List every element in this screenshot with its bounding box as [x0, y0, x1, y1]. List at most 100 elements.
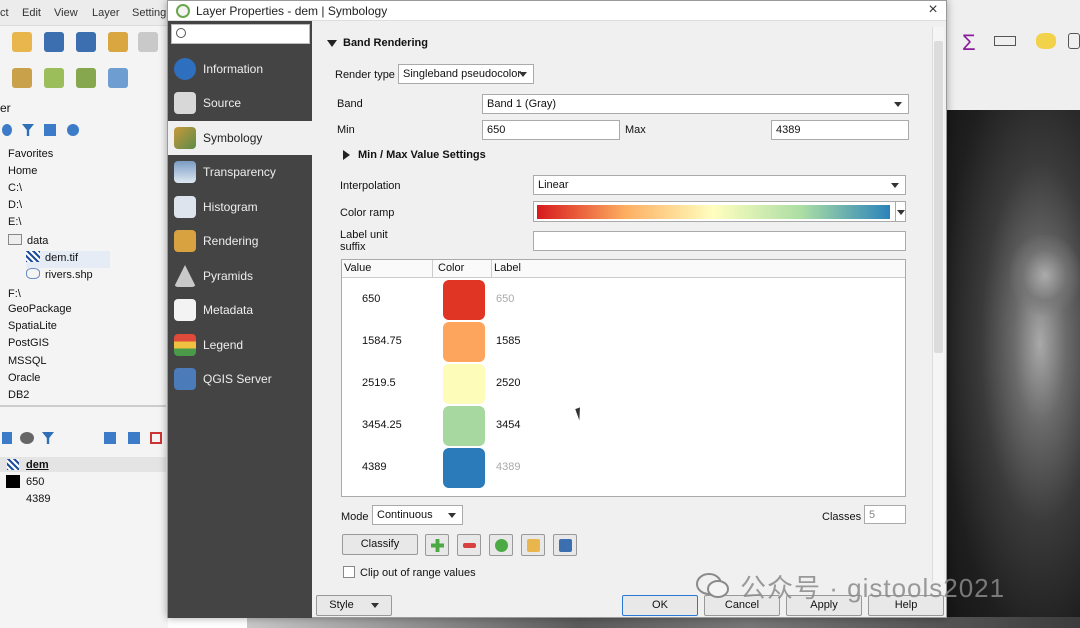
scrollbar-thumb[interactable] [934, 41, 943, 353]
clip-checkbox[interactable] [343, 566, 355, 578]
header-label[interactable]: Label [494, 262, 521, 274]
ok-button[interactable]: OK [622, 595, 698, 616]
tree-item-db2[interactable]: DB2 [8, 389, 29, 399]
open-layer-styling-icon[interactable] [2, 432, 12, 444]
nav-legend[interactable]: Legend [168, 328, 312, 362]
collapse-layers-icon[interactable] [128, 432, 140, 444]
collapse-arrow-icon[interactable] [327, 40, 337, 47]
add-class-button[interactable] [425, 534, 449, 556]
tree-item-d-drive[interactable]: D:\ [8, 199, 22, 216]
minmax-settings-toggle[interactable]: Min / Max Value Settings [358, 149, 486, 161]
layer-name[interactable]: dem [26, 459, 49, 471]
table-row[interactable]: 2519.5 2520 [342, 363, 905, 405]
classify-button[interactable]: Classify [342, 534, 418, 555]
render-type-select[interactable]: Singleband pseudocolor [398, 64, 534, 84]
color-swatch[interactable] [443, 448, 485, 488]
expand-arrow-icon[interactable] [343, 150, 350, 160]
menu-edit[interactable]: Edit [22, 7, 41, 19]
label-unit-suffix-input[interactable] [533, 231, 906, 251]
interpolation-select[interactable]: Linear [533, 175, 906, 195]
layout-manager-icon[interactable] [138, 32, 158, 52]
save-as-icon[interactable] [76, 32, 96, 52]
header-divider [491, 260, 492, 278]
layer-row-dem[interactable] [0, 457, 166, 472]
clip-label: Clip out of range values [360, 567, 476, 579]
color-ramp-button[interactable] [533, 201, 906, 222]
remove-layer-icon[interactable] [150, 432, 162, 444]
dialog-titlebar[interactable]: Layer Properties - dem | Symbology × [168, 1, 946, 21]
classes-spinbox[interactable]: 5 [864, 505, 906, 524]
digitize-icon[interactable] [12, 68, 32, 88]
load-colormap-button[interactable] [521, 534, 545, 556]
tree-item-data[interactable]: data [8, 234, 48, 251]
menu-view[interactable]: View [54, 7, 78, 19]
tree-item-mssql[interactable]: MSSQL [8, 355, 47, 372]
table-header: Value Color Label [342, 260, 905, 278]
tree-item-favorites[interactable]: Favorites [8, 148, 53, 165]
map-canvas[interactable] [947, 110, 1080, 628]
tree-item-rivers-shp[interactable]: rivers.shp [26, 268, 93, 285]
color-ramp-dropdown[interactable] [895, 201, 906, 222]
nav-pyramids[interactable]: Pyramids [168, 259, 312, 293]
info-icon[interactable] [67, 124, 79, 136]
nav-histogram[interactable]: Histogram [168, 190, 312, 224]
table-row[interactable]: 3454.25 3454 [342, 405, 905, 447]
tree-item-e-drive[interactable]: E:\ [8, 216, 21, 233]
export-colormap-button[interactable] [553, 534, 577, 556]
tree-item-home[interactable]: Home [8, 165, 37, 182]
nav-symbology[interactable]: Symbology [168, 121, 312, 155]
nav-source[interactable]: Source [168, 86, 312, 120]
tree-item-spatialite[interactable]: SpatiaLite [8, 320, 57, 337]
nav-information[interactable]: Information [168, 52, 312, 86]
open-project-icon[interactable] [12, 32, 32, 52]
remove-class-button[interactable] [457, 534, 481, 556]
vertex-tool-icon[interactable] [44, 68, 64, 88]
tree-item-postgis[interactable]: PostGIS [8, 337, 49, 354]
eye-icon[interactable] [20, 432, 34, 444]
measure-icon[interactable] [994, 36, 1016, 46]
close-icon[interactable]: × [924, 1, 942, 19]
edit-pencil-icon[interactable] [76, 68, 96, 88]
table-row[interactable]: 650 650 [342, 279, 905, 321]
header-value[interactable]: Value [344, 262, 371, 274]
save-project-icon[interactable] [44, 32, 64, 52]
nav-qgis-server[interactable]: QGIS Server [168, 362, 312, 396]
new-print-layout-icon[interactable] [108, 32, 128, 52]
swap-icon [495, 539, 508, 552]
tree-item-geopackage[interactable]: GeoPackage [8, 303, 72, 320]
refresh-icon[interactable] [2, 124, 12, 136]
max-input[interactable]: 4389 [771, 120, 909, 140]
color-swatch[interactable] [443, 280, 485, 320]
menu-layer[interactable]: Layer [92, 7, 120, 19]
mode-select[interactable]: Continuous [372, 505, 463, 525]
dialog-title: Layer Properties - dem | Symbology [196, 4, 388, 18]
sigma-icon[interactable]: Σ [962, 30, 976, 56]
header-color[interactable]: Color [438, 262, 464, 274]
tree-item-dem-tif[interactable]: dem.tif [26, 251, 110, 268]
tree-item-oracle[interactable]: Oracle [8, 372, 40, 389]
table-row[interactable]: 1584.75 1585 [342, 321, 905, 363]
color-swatch[interactable] [443, 322, 485, 362]
color-swatch[interactable] [443, 364, 485, 404]
table-row[interactable]: 4389 4389 [342, 447, 905, 489]
annotation-icon[interactable] [1036, 33, 1056, 49]
tree-item-c-drive[interactable]: C:\ [8, 182, 22, 199]
sidebar-search-input[interactable] [171, 24, 310, 44]
nav-metadata[interactable]: Metadata [168, 293, 312, 327]
invert-ramp-button[interactable] [489, 534, 513, 556]
band-select[interactable]: Band 1 (Gray) [482, 94, 909, 114]
nav-transparency[interactable]: Transparency [168, 155, 312, 189]
pyramids-icon [174, 265, 196, 287]
menu-project[interactable]: ct [0, 7, 9, 19]
collapse-all-icon[interactable] [44, 124, 56, 136]
min-input[interactable]: 650 [482, 120, 620, 140]
source-icon [174, 92, 196, 114]
nav-rendering[interactable]: Rendering [168, 224, 312, 258]
edit-tool-icon[interactable] [108, 68, 128, 88]
style-button[interactable]: Style [316, 595, 392, 616]
band-rendering-title[interactable]: Band Rendering [343, 37, 428, 49]
menu-settings[interactable]: Setting [132, 7, 166, 19]
text-annotation-icon[interactable] [1068, 33, 1080, 49]
color-swatch[interactable] [443, 406, 485, 446]
expand-all-icon[interactable] [104, 432, 116, 444]
